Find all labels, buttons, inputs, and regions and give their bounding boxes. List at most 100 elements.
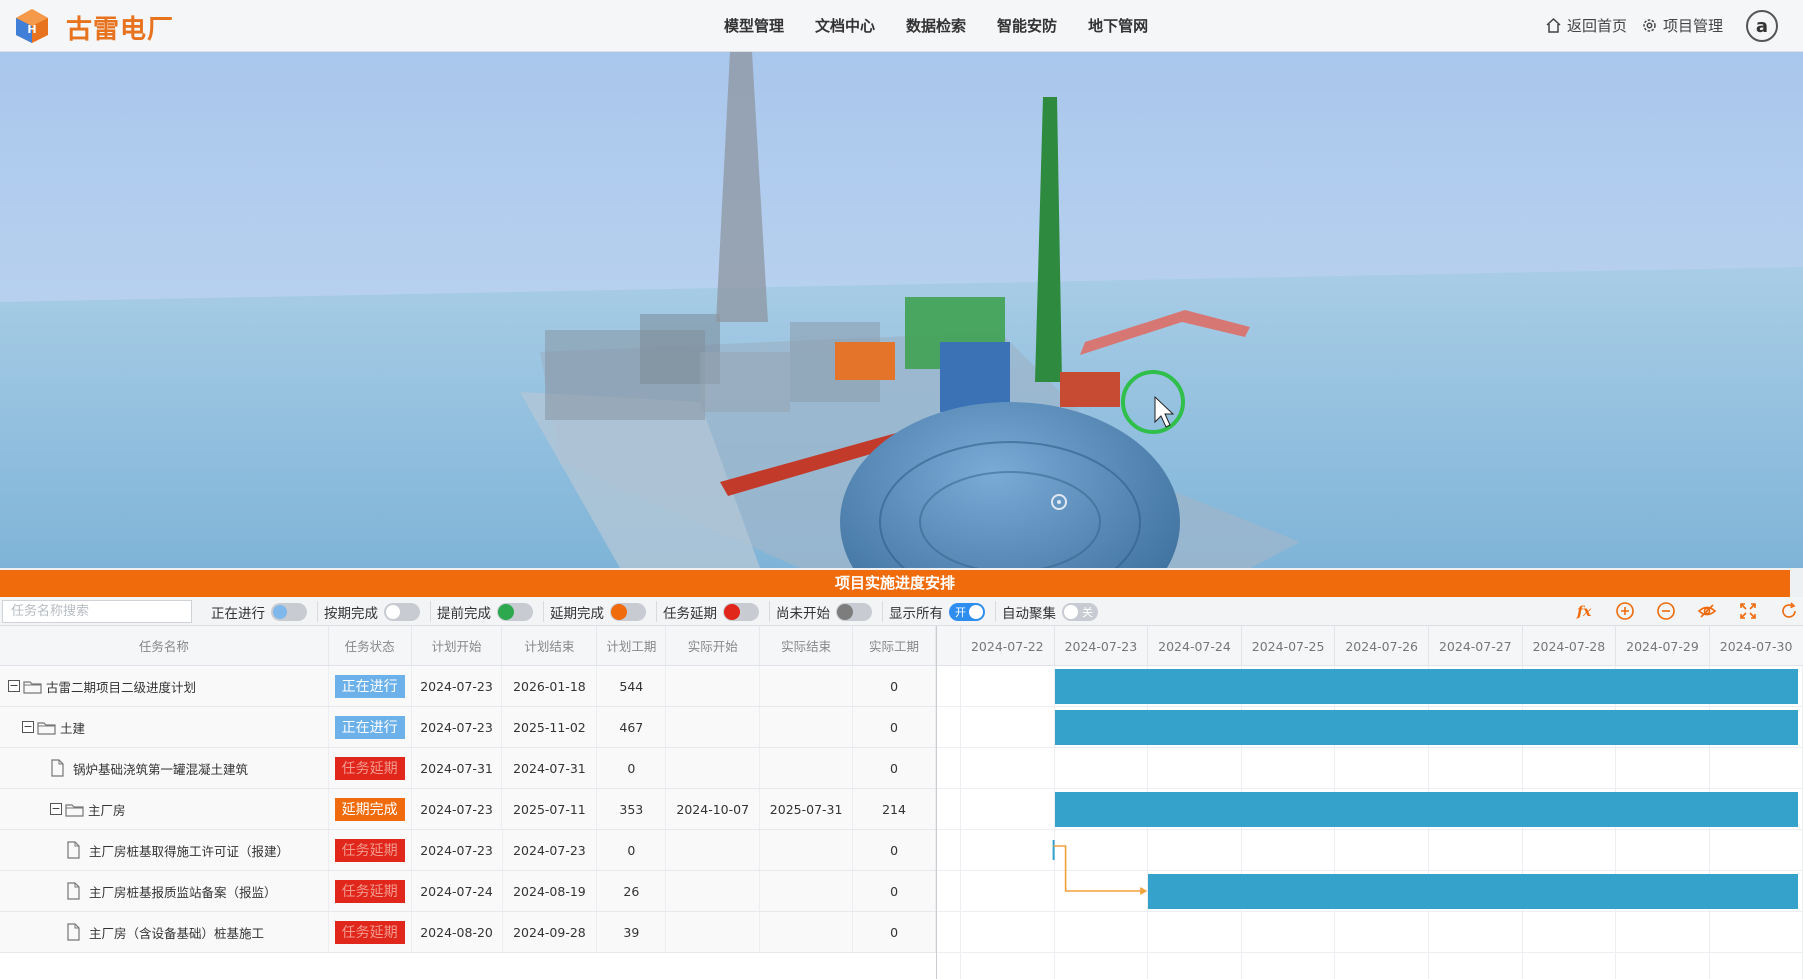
task-search-input[interactable] bbox=[2, 600, 192, 623]
col-plan-start[interactable]: 计划开始 bbox=[412, 626, 503, 665]
home-label: 返回首页 bbox=[1566, 17, 1627, 35]
col-actual-days[interactable]: 实际工期 bbox=[853, 626, 936, 665]
filter-early-toggle[interactable] bbox=[497, 602, 533, 621]
plan-start-cell: 2024-08-20 bbox=[412, 912, 503, 952]
gantt-task-bar[interactable] bbox=[1054, 792, 1798, 827]
collapse-toggle[interactable]: − bbox=[8, 680, 20, 692]
header-actions: 返回首页 项目管理 bbox=[1545, 15, 1723, 36]
status-cell: 任务延期 bbox=[329, 748, 412, 788]
nav-document-center[interactable]: 文档中心 bbox=[815, 15, 875, 36]
status-badge: 延期完成 bbox=[334, 797, 405, 821]
col-actual-end[interactable]: 实际结束 bbox=[760, 626, 854, 665]
project-management-button[interactable]: 项目管理 bbox=[1641, 15, 1723, 36]
filter-in-progress-toggle[interactable] bbox=[271, 602, 307, 621]
table-row[interactable]: − 主厂房 延期完成 2024-07-23 2025-07-11 353 2024-10-0… bbox=[0, 789, 936, 830]
filter-not-started-label: 尚未开始 bbox=[776, 605, 830, 622]
filter-show-all-toggle[interactable]: 开 bbox=[949, 602, 985, 621]
plan-start-cell: 2024-07-23 bbox=[412, 666, 503, 706]
actual-end-cell bbox=[760, 666, 854, 706]
plan-days-cell: 0 bbox=[597, 748, 667, 788]
col-status[interactable]: 任务状态 bbox=[329, 626, 412, 665]
main-nav: 模型管理 文档中心 数据检索 智能安防 地下管网 bbox=[724, 15, 1148, 36]
plan-end-cell: 2024-07-31 bbox=[502, 748, 598, 788]
filter-not-started-toggle[interactable] bbox=[836, 602, 872, 621]
hide-icon bbox=[1697, 604, 1717, 618]
hide-button[interactable] bbox=[1697, 601, 1717, 621]
gantt-tools: fx bbox=[1574, 601, 1799, 621]
nav-data-search[interactable]: 数据检索 bbox=[906, 15, 966, 36]
filter-auto-focus: 自动聚集 关 bbox=[1002, 601, 1108, 622]
file-icon bbox=[66, 882, 86, 900]
zoom-out-button[interactable] bbox=[1656, 601, 1676, 621]
collapse-toggle[interactable]: − bbox=[22, 721, 34, 733]
col-plan-days[interactable]: 计划工期 bbox=[597, 626, 667, 665]
task-name-cell: − 土建 bbox=[0, 707, 329, 747]
status-badge: 正在进行 bbox=[334, 674, 405, 698]
gantt-task-bar[interactable] bbox=[1054, 710, 1798, 745]
gantt-date-label: 2024-07-25 bbox=[1240, 626, 1335, 666]
table-row[interactable]: 主厂房桩基报质监站备案（报监） 任务延期 2024-07-24 2024-08-19 2… bbox=[0, 871, 936, 912]
avatar[interactable]: a bbox=[1746, 10, 1778, 42]
task-name: 土建 bbox=[60, 720, 86, 736]
filter-show-all: 显示所有 开 bbox=[889, 601, 996, 622]
nav-model-management[interactable]: 模型管理 bbox=[724, 15, 784, 36]
actual-days-cell: 0 bbox=[853, 830, 936, 870]
project-management-label: 项目管理 bbox=[1662, 17, 1723, 35]
filter-auto-focus-toggle[interactable]: 关 bbox=[1062, 602, 1098, 621]
task-name-cell: − 主厂房 bbox=[0, 789, 329, 829]
table-row[interactable]: − 古雷二期项目二级进度计划 正在进行 2024-07-23 2026-01-18 544… bbox=[0, 666, 936, 707]
plant-model-render bbox=[0, 52, 1803, 568]
fx-button[interactable]: fx bbox=[1574, 601, 1594, 621]
task-name-cell: 主厂房（含设备基础）桩基施工 bbox=[0, 912, 329, 952]
col-task-name[interactable]: 任务名称 bbox=[0, 626, 329, 665]
table-row[interactable]: 主厂房（含设备基础）桩基施工 任务延期 2024-08-20 2024-09-28 39… bbox=[0, 912, 936, 953]
filter-on-time-toggle[interactable] bbox=[384, 602, 420, 621]
collapse-toggle[interactable]: − bbox=[50, 803, 62, 815]
file-icon bbox=[66, 841, 86, 859]
gantt-task-bar[interactable] bbox=[1054, 669, 1798, 704]
table-row[interactable]: 锅炉基础浇筑第一罐混凝土建筑 任务延期 2024-07-31 2024-07-31 0 0 bbox=[0, 748, 936, 789]
plan-end-cell: 2024-09-28 bbox=[503, 912, 598, 952]
actual-start-cell bbox=[666, 912, 761, 952]
task-name: 主厂房 bbox=[88, 802, 126, 818]
col-plan-end[interactable]: 计划结束 bbox=[502, 626, 598, 665]
task-name: 主厂房桩基报质监站备案（报监） bbox=[89, 884, 277, 900]
3d-model-viewport[interactable] bbox=[0, 52, 1803, 568]
table-row[interactable]: − 土建 正在进行 2024-07-23 2025-11-02 467 0 bbox=[0, 707, 936, 748]
actual-days-cell: 214 bbox=[853, 789, 936, 829]
table-row[interactable]: 主厂房桩基取得施工许可证（报建） 任务延期 2024-07-23 2024-07-23… bbox=[0, 830, 936, 871]
plan-days-cell: 39 bbox=[597, 912, 667, 952]
refresh-icon bbox=[1782, 602, 1796, 618]
file-icon bbox=[50, 759, 70, 777]
zoom-in-button[interactable] bbox=[1615, 601, 1635, 621]
filter-auto-focus-label: 自动聚集 bbox=[1002, 605, 1056, 622]
status-cell: 任务延期 bbox=[329, 830, 412, 870]
gantt-task-bar[interactable] bbox=[1148, 874, 1798, 909]
nav-smart-security[interactable]: 智能安防 bbox=[997, 15, 1057, 36]
filter-delayed: 任务延期 bbox=[663, 601, 770, 622]
refresh-button[interactable] bbox=[1779, 601, 1799, 621]
gear-icon bbox=[1643, 19, 1656, 32]
gantt-date-header: 12024-07-222024-07-232024-07-242024-07-2… bbox=[937, 626, 1803, 666]
top-bar: H 古雷电厂 模型管理 文档中心 数据检索 智能安防 地下管网 返回首页 项目管… bbox=[0, 0, 1803, 52]
task-table-header: 任务名称 任务状态 计划开始 计划结束 计划工期 实际开始 实际结束 实际工期 bbox=[0, 626, 936, 666]
status-cell: 正在进行 bbox=[329, 707, 412, 747]
actual-end-cell: 2025-07-31 bbox=[760, 789, 854, 829]
filter-delayed-toggle[interactable] bbox=[723, 602, 759, 621]
fullscreen-button[interactable] bbox=[1738, 601, 1758, 621]
nav-underground-pipe[interactable]: 地下管网 bbox=[1088, 15, 1148, 36]
status-cell: 任务延期 bbox=[329, 871, 412, 911]
filter-late-complete-toggle[interactable] bbox=[610, 602, 646, 621]
task-name-cell: 锅炉基础浇筑第一罐混凝土建筑 bbox=[0, 748, 329, 788]
gantt-chart[interactable]: 12024-07-222024-07-232024-07-242024-07-2… bbox=[937, 626, 1803, 979]
folder-icon bbox=[37, 718, 57, 736]
gantt-date-label: 2024-07-29 bbox=[1615, 626, 1709, 666]
home-button[interactable]: 返回首页 bbox=[1545, 15, 1627, 36]
task-table: 任务名称 任务状态 计划开始 计划结束 计划工期 实际开始 实际结束 实际工期 … bbox=[0, 626, 937, 979]
plan-start-cell: 2024-07-24 bbox=[412, 871, 503, 911]
actual-end-cell bbox=[760, 830, 854, 870]
actual-start-cell bbox=[666, 707, 761, 747]
plan-end-cell: 2026-01-18 bbox=[502, 666, 598, 706]
zoom-in-icon bbox=[1616, 602, 1634, 620]
col-actual-start[interactable]: 实际开始 bbox=[666, 626, 761, 665]
